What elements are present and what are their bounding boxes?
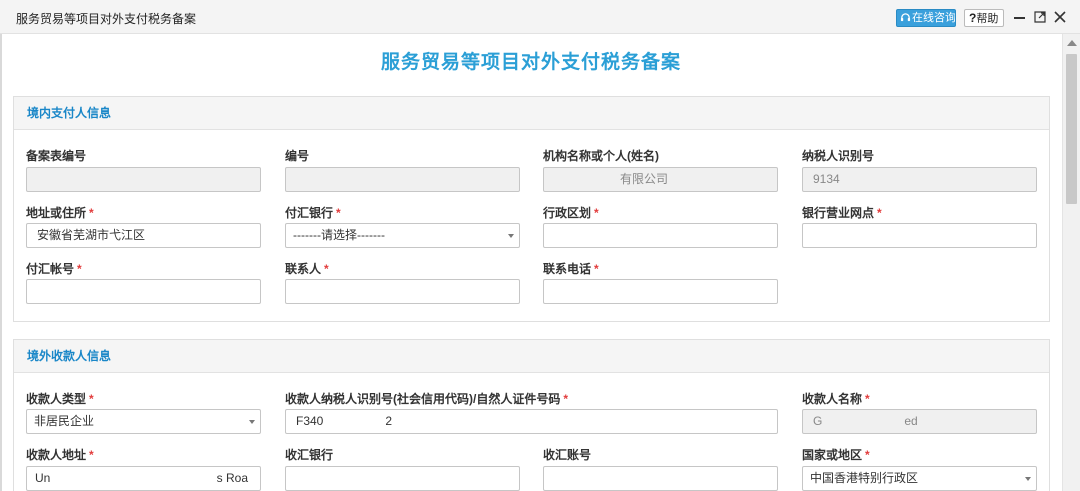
receiving-bank-label: 收汇银行 (285, 448, 334, 462)
payee-type-label: 收款人类型 * (26, 392, 94, 406)
country-select[interactable]: 中国香港特别行政区 (802, 466, 1037, 491)
district-input[interactable] (543, 223, 778, 248)
receiving-bank-input[interactable] (285, 466, 520, 491)
window-title: 服务贸易等项目对外支付税务备案 (16, 12, 197, 26)
help-label: 帮助 (976, 13, 999, 25)
left-border (0, 34, 2, 491)
org-name-label: 机构名称或个人(姓名) (543, 149, 659, 163)
payee-name-label: 收款人名称 * (802, 392, 870, 406)
page-title: 服务贸易等项目对外支付税务备案 (380, 52, 681, 73)
address-input[interactable]: 安徽省芜湖市弋江区 (26, 223, 261, 248)
online-consult-label: 在线咨询 (912, 12, 956, 24)
receiving-account-input[interactable] (543, 466, 778, 491)
branch-input[interactable] (802, 223, 1037, 248)
payee-tax-id-input[interactable]: F340 2 (285, 409, 778, 434)
contact-label: 联系人 * (285, 262, 329, 276)
phone-input[interactable] (543, 279, 778, 304)
account-label: 付汇帐号 * (26, 262, 82, 276)
online-consult-button[interactable]: 在线咨询 (896, 9, 956, 27)
help-button[interactable]: ?帮助 (964, 9, 1004, 27)
minimize-icon[interactable] (1012, 9, 1028, 25)
window-titlebar: 服务贸易等项目对外支付税务备案 在线咨询 ?帮助 (0, 0, 1080, 34)
maximize-icon[interactable] (1032, 9, 1048, 25)
country-label: 国家或地区 * (802, 448, 870, 462)
close-icon[interactable] (1052, 9, 1068, 25)
receiving-account-label: 收汇账号 (543, 448, 592, 462)
record-no-label: 备案表编号 (26, 149, 87, 163)
scroll-up-arrow-icon[interactable] (1067, 40, 1077, 46)
account-input[interactable] (26, 279, 261, 304)
bank-label: 付汇银行 * (285, 206, 341, 220)
branch-label: 银行营业网点 * (802, 206, 882, 220)
district-label: 行政区划 * (543, 206, 599, 220)
headset-icon (900, 13, 911, 22)
phone-label: 联系电话 * (543, 262, 599, 276)
taxpayer-id-field[interactable]: 9134 (802, 167, 1037, 192)
overseas-payee-section-title: 境外收款人信息 (14, 340, 1049, 373)
number-field[interactable] (285, 167, 520, 192)
payee-tax-id-label: 收款人纳税人识别号(社会信用代码)/自然人证件号码 * (285, 392, 569, 406)
contact-input[interactable] (285, 279, 520, 304)
payee-address-input[interactable]: Un s Roa (26, 466, 261, 491)
scrollbar-thumb[interactable] (1066, 54, 1077, 204)
payee-name-field[interactable]: Ged (802, 409, 1037, 434)
taxpayer-id-label: 纳税人识别号 (802, 149, 875, 163)
bank-select[interactable]: -------请选择------- (285, 223, 520, 248)
record-no-field[interactable] (26, 167, 261, 192)
number-label: 编号 (285, 149, 310, 163)
payee-address-label: 收款人地址 * (26, 448, 94, 462)
payee-type-select[interactable]: 非居民企业 (26, 409, 261, 434)
vertical-scrollbar[interactable] (1062, 34, 1080, 491)
org-name-field[interactable]: 有限公司 (543, 167, 778, 192)
address-label: 地址或住所 * (26, 206, 94, 220)
domestic-payer-section-title: 境内支付人信息 (14, 97, 1049, 130)
